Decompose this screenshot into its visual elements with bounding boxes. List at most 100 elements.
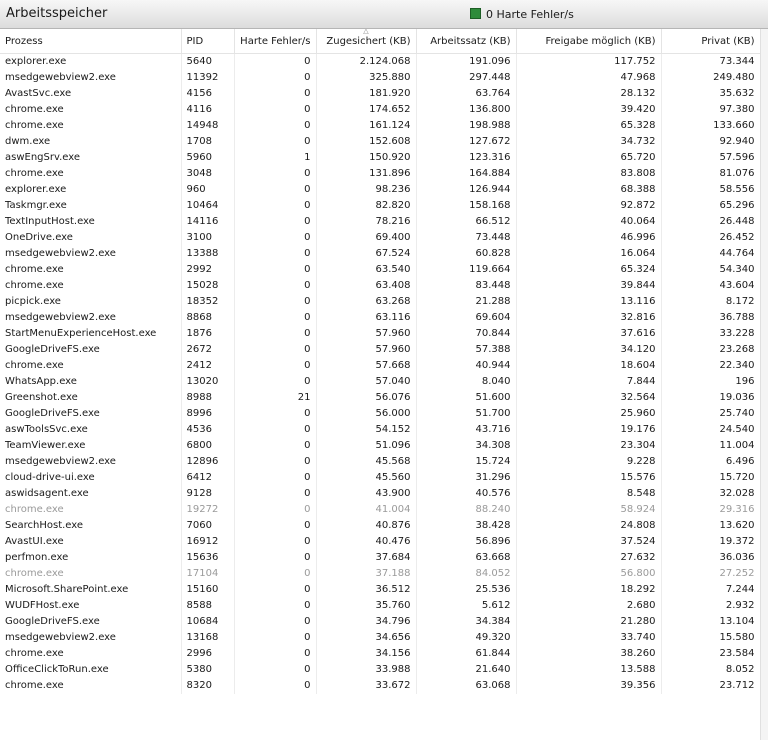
- table-row[interactable]: GoogleDriveFS.exe 8996 0 56.000 51.700 25.960…: [0, 406, 761, 422]
- cell-private: 22.340: [661, 358, 761, 374]
- table-row[interactable]: AvastSvc.exe 4156 0 181.920 63.764 28.132 35.6…: [0, 86, 761, 102]
- table-row[interactable]: aswidsagent.exe 9128 0 43.900 40.576 8.548 32.…: [0, 486, 761, 502]
- table-row[interactable]: chrome.exe 19272 0 41.004 88.240 58.924 29.316: [0, 502, 761, 518]
- table-row[interactable]: Greenshot.exe 8988 21 56.076 51.600 32.564 19.…: [0, 390, 761, 406]
- table-row[interactable]: StartMenuExperienceHost.exe 1876 0 57.960 70…: [0, 326, 761, 342]
- column-header-commit[interactable]: △ Zugesichert (KB): [316, 29, 417, 54]
- cell-pid: 6412: [181, 470, 235, 486]
- table-row[interactable]: perfmon.exe 15636 0 37.684 63.668 27.632 36.03…: [0, 550, 761, 566]
- cell-working-set: 69.604: [416, 310, 517, 326]
- table-row[interactable]: picpick.exe 18352 0 63.268 21.288 13.116 8.172: [0, 294, 761, 310]
- table-row[interactable]: Taskmgr.exe 10464 0 82.820 158.168 92.872 65.2…: [0, 198, 761, 214]
- cell-pid: 8868: [181, 310, 235, 326]
- cell-pid: 6800: [181, 438, 235, 454]
- cell-hard-faults: 0: [234, 566, 317, 582]
- cell-working-set: 34.384: [416, 614, 517, 630]
- table-row[interactable]: msedgewebview2.exe 12896 0 45.568 15.724 9.22…: [0, 454, 761, 470]
- cell-working-set: 60.828: [416, 246, 517, 262]
- cell-hard-faults: 0: [234, 422, 317, 438]
- cell-hard-faults: 0: [234, 614, 317, 630]
- cell-pid: 5380: [181, 662, 235, 678]
- cell-private: 19.372: [661, 534, 761, 550]
- cell-commit: 82.820: [316, 198, 417, 214]
- cell-commit: 2.124.068: [316, 53, 417, 70]
- cell-working-set: 21.288: [416, 294, 517, 310]
- cell-shareable: 32.816: [516, 310, 662, 326]
- column-header-process[interactable]: Prozess: [0, 29, 182, 54]
- table-row[interactable]: OneDrive.exe 3100 0 69.400 73.448 46.996 26.45…: [0, 230, 761, 246]
- cell-commit: 37.684: [316, 550, 417, 566]
- cell-hard-faults: 0: [234, 342, 317, 358]
- cell-pid: 9128: [181, 486, 235, 502]
- cell-working-set: 51.600: [416, 390, 517, 406]
- table-row[interactable]: cloud-drive-ui.exe 6412 0 45.560 31.296 15.57…: [0, 470, 761, 486]
- table-row[interactable]: chrome.exe 8320 0 33.672 63.068 39.356 23.712: [0, 678, 761, 694]
- table-row[interactable]: chrome.exe 2992 0 63.540 119.664 65.324 54.340: [0, 262, 761, 278]
- cell-private: 13.104: [661, 614, 761, 630]
- cell-shareable: 117.752: [516, 53, 662, 70]
- table-row[interactable]: chrome.exe 4116 0 174.652 136.800 39.420 97.38…: [0, 102, 761, 118]
- cell-process-name: Microsoft.SharePoint.exe: [0, 582, 182, 598]
- cell-process-name: Greenshot.exe: [0, 390, 182, 406]
- cell-private: 6.496: [661, 454, 761, 470]
- cell-process-name: GoogleDriveFS.exe: [0, 614, 182, 630]
- column-header-commit-label: Zugesichert (KB): [326, 35, 411, 47]
- cell-process-name: GoogleDriveFS.exe: [0, 406, 182, 422]
- cell-working-set: 21.640: [416, 662, 517, 678]
- cell-private: 81.076: [661, 166, 761, 182]
- cell-commit: 98.236: [316, 182, 417, 198]
- cell-private: 44.764: [661, 246, 761, 262]
- cell-shareable: 34.732: [516, 134, 662, 150]
- table-row[interactable]: msedgewebview2.exe 13388 0 67.524 60.828 16.0…: [0, 246, 761, 262]
- table-row[interactable]: dwm.exe 1708 0 152.608 127.672 34.732 92.940: [0, 134, 761, 150]
- cell-shareable: 56.800: [516, 566, 662, 582]
- cell-private: 249.480: [661, 70, 761, 86]
- cell-hard-faults: 0: [234, 438, 317, 454]
- cell-pid: 1876: [181, 326, 235, 342]
- table-row[interactable]: GoogleDriveFS.exe 10684 0 34.796 34.384 21.28…: [0, 614, 761, 630]
- table-row[interactable]: chrome.exe 14948 0 161.124 198.988 65.328 133.…: [0, 118, 761, 134]
- table-row[interactable]: msedgewebview2.exe 13168 0 34.656 49.320 33.7…: [0, 630, 761, 646]
- table-row[interactable]: chrome.exe 3048 0 131.896 164.884 83.808 81.07…: [0, 166, 761, 182]
- table-row[interactable]: TextInputHost.exe 14116 0 78.216 66.512 40.06…: [0, 214, 761, 230]
- table-row[interactable]: WUDFHost.exe 8588 0 35.760 5.612 2.680 2.932: [0, 598, 761, 614]
- table-row[interactable]: msedgewebview2.exe 8868 0 63.116 69.604 32.81…: [0, 310, 761, 326]
- column-header-working-set[interactable]: Arbeitssatz (KB): [416, 29, 517, 54]
- cell-private: 23.712: [661, 678, 761, 694]
- cell-shareable: 39.420: [516, 102, 662, 118]
- cell-process-name: SearchHost.exe: [0, 518, 182, 534]
- table-row[interactable]: chrome.exe 17104 0 37.188 84.052 56.800 27.252: [0, 566, 761, 582]
- table-header-row: Prozess PID Harte Fehler/s △ Zugesichert …: [0, 29, 761, 54]
- table-row[interactable]: aswEngSrv.exe 5960 1 150.920 123.316 65.720 57…: [0, 150, 761, 166]
- table-row[interactable]: chrome.exe 2412 0 57.668 40.944 18.604 22.340: [0, 358, 761, 374]
- table-row[interactable]: chrome.exe 2996 0 34.156 61.844 38.260 23.584: [0, 646, 761, 662]
- column-header-hard-faults[interactable]: Harte Fehler/s: [234, 29, 317, 54]
- cell-private: 43.604: [661, 278, 761, 294]
- table-row[interactable]: explorer.exe 5640 0 2.124.068 191.096 117.752…: [0, 53, 761, 70]
- cell-pid: 2992: [181, 262, 235, 278]
- cell-shareable: 16.064: [516, 246, 662, 262]
- cell-working-set: 70.844: [416, 326, 517, 342]
- table-row[interactable]: GoogleDriveFS.exe 2672 0 57.960 57.388 34.120…: [0, 342, 761, 358]
- cell-process-name: picpick.exe: [0, 294, 182, 310]
- column-header-pid[interactable]: PID: [181, 29, 235, 54]
- table-row[interactable]: SearchHost.exe 7060 0 40.876 38.428 24.808 13.…: [0, 518, 761, 534]
- table-row[interactable]: aswToolsSvc.exe 4536 0 54.152 43.716 19.176 24…: [0, 422, 761, 438]
- table-row[interactable]: msedgewebview2.exe 11392 0 325.880 297.448 47…: [0, 70, 761, 86]
- table-row[interactable]: OfficeClickToRun.exe 5380 0 33.988 21.640 13.…: [0, 662, 761, 678]
- column-header-shareable[interactable]: Freigabe möglich (KB): [516, 29, 662, 54]
- cell-private: 23.268: [661, 342, 761, 358]
- table-row[interactable]: explorer.exe 960 0 98.236 126.944 68.388 58.55…: [0, 182, 761, 198]
- cell-process-name: Taskmgr.exe: [0, 198, 182, 214]
- cell-commit: 35.760: [316, 598, 417, 614]
- vertical-scrollbar[interactable]: [760, 29, 768, 740]
- cell-shareable: 39.356: [516, 678, 662, 694]
- table-row[interactable]: TeamViewer.exe 6800 0 51.096 34.308 23.304 11.…: [0, 438, 761, 454]
- table-row[interactable]: AvastUI.exe 16912 0 40.476 56.896 37.524 19.37…: [0, 534, 761, 550]
- column-header-private[interactable]: Privat (KB): [661, 29, 761, 54]
- cell-hard-faults: 0: [234, 678, 317, 694]
- table-row[interactable]: WhatsApp.exe 13020 0 57.040 8.040 7.844 196: [0, 374, 761, 390]
- memory-section-header[interactable]: Arbeitsspeicher 0 Harte Fehler/s: [0, 0, 768, 29]
- table-row[interactable]: Microsoft.SharePoint.exe 15160 0 36.512 25.5…: [0, 582, 761, 598]
- table-row[interactable]: chrome.exe 15028 0 63.408 83.448 39.844 43.604: [0, 278, 761, 294]
